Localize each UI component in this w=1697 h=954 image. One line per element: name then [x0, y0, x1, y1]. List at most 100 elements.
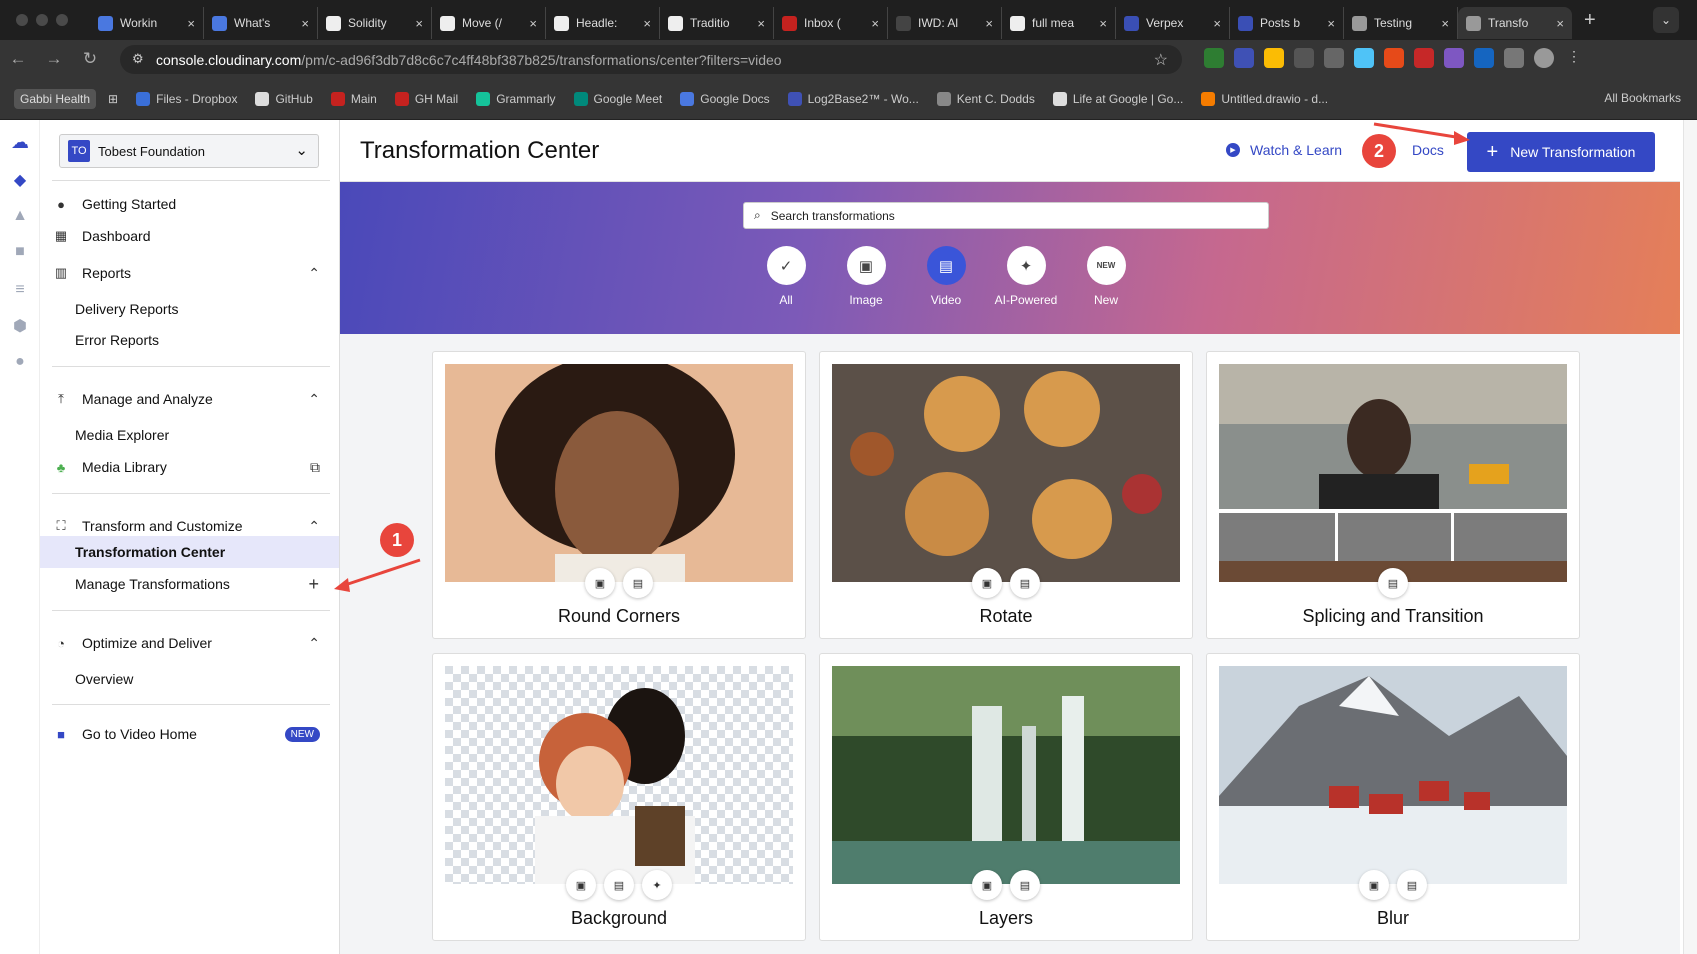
- close-icon[interactable]: ×: [1213, 16, 1221, 31]
- react-extension-icon[interactable]: [1354, 48, 1374, 68]
- grammarly-extension-icon[interactable]: [1204, 48, 1224, 68]
- fl-extension-icon[interactable]: [1474, 48, 1494, 68]
- profile-avatar-icon[interactable]: [1534, 48, 1554, 68]
- window-controls[interactable]: [0, 14, 90, 26]
- nav-optimize-deliver[interactable]: ◔ Optimize and Deliver ⌃: [52, 627, 330, 659]
- close-icon[interactable]: ×: [871, 16, 879, 31]
- browser-tab[interactable]: Solidity ×: [318, 7, 432, 39]
- bookmark-item[interactable]: Google Meet: [573, 91, 662, 106]
- filter-video[interactable]: ▤ Video: [906, 246, 986, 307]
- tab-search-chevron-icon[interactable]: ⌄: [1653, 7, 1679, 33]
- translate-extension-icon[interactable]: [1324, 48, 1344, 68]
- nav-media-library[interactable]: ♣ Media Library ⧉: [52, 451, 330, 483]
- org-selector[interactable]: TO Tobest Foundation ⌄: [59, 134, 319, 168]
- nav-media-explorer[interactable]: Media Explorer: [40, 419, 339, 451]
- filter-all[interactable]: ✓ All: [746, 246, 826, 307]
- browser-tab[interactable]: Testing ×: [1344, 7, 1458, 39]
- bug-extension-icon[interactable]: [1384, 48, 1404, 68]
- red-extension-icon[interactable]: [1414, 48, 1434, 68]
- bookmark-item[interactable]: Log2Base2™ - Wo...: [787, 91, 919, 106]
- close-icon[interactable]: ×: [415, 16, 423, 31]
- new-transformation-button[interactable]: + New Transformation: [1467, 132, 1655, 172]
- nav-error-reports[interactable]: Error Reports: [40, 324, 339, 356]
- back-arrow-icon[interactable]: ←: [0, 49, 36, 69]
- url-field[interactable]: ⚙ console.cloudinary.com/pm/c-ad96f3db7d…: [120, 45, 1182, 74]
- all-bookmarks-link[interactable]: All Bookmarks: [1604, 91, 1681, 105]
- forward-arrow-icon[interactable]: →: [36, 49, 72, 69]
- bookmark-item[interactable]: Kent C. Dodds: [936, 91, 1035, 106]
- filter-ai-powered[interactable]: ✦ AI-Powered: [986, 246, 1066, 307]
- browser-tab[interactable]: What's ×: [204, 7, 318, 39]
- nav-go-video-home[interactable]: ■ Go to Video Home NEW: [52, 718, 330, 750]
- close-icon[interactable]: ×: [187, 16, 195, 31]
- bookmark-star-icon[interactable]: ☆: [1154, 50, 1168, 70]
- browser-tab[interactable]: Transfo ×: [1458, 7, 1572, 39]
- close-icon[interactable]: ×: [301, 16, 309, 31]
- browser-tab[interactable]: Workin ×: [90, 7, 204, 39]
- reload-icon[interactable]: ↻: [72, 49, 108, 69]
- flower-extension-icon[interactable]: [1444, 48, 1464, 68]
- layers-stack-icon[interactable]: ≡: [10, 280, 30, 300]
- new-tab-plus-icon[interactable]: +: [1584, 9, 1596, 32]
- function-extension-icon[interactable]: [1294, 48, 1314, 68]
- watch-learn-link[interactable]: ▶ Watch & Learn: [1226, 142, 1342, 158]
- plus-icon[interactable]: +: [308, 574, 319, 595]
- bookmark-item[interactable]: GitHub: [255, 91, 313, 106]
- nav-dashboard[interactable]: ▦ Dashboard: [52, 220, 330, 252]
- page-scrollbar[interactable]: [1683, 120, 1697, 954]
- close-icon[interactable]: ×: [985, 16, 993, 31]
- nav-manage-transformations[interactable]: Manage Transformations +: [40, 568, 339, 600]
- close-icon[interactable]: ×: [643, 16, 651, 31]
- sparkle-icon: ✦: [1006, 246, 1046, 285]
- close-icon[interactable]: ×: [757, 16, 765, 31]
- assets-diamond-icon[interactable]: ◆: [10, 170, 30, 190]
- nav-getting-started[interactable]: ● Getting Started: [52, 188, 330, 220]
- close-icon[interactable]: ×: [1099, 16, 1107, 31]
- bookmark-item[interactable]: Main: [330, 91, 377, 106]
- nav-manage-analyze[interactable]: ⤒ Manage and Analyze ⌃: [52, 383, 330, 415]
- browser-tab[interactable]: IWD: Al ×: [888, 7, 1002, 39]
- shapes-icon[interactable]: ▲: [10, 206, 30, 226]
- cloudinary-logo-icon[interactable]: ☁: [10, 132, 30, 152]
- bookmark-item[interactable]: Life at Google | Go...: [1052, 91, 1183, 106]
- puzzle-extension-icon[interactable]: [1504, 48, 1524, 68]
- filter-image[interactable]: ▣ Image: [826, 246, 906, 307]
- nav-overview[interactable]: Overview: [40, 663, 339, 695]
- card-background[interactable]: ▣ ▤ ✦ Background: [432, 653, 806, 941]
- hexagon-icon[interactable]: ⬢: [10, 316, 30, 336]
- bookmark-item[interactable]: Files - Dropbox: [136, 91, 237, 106]
- browser-tab[interactable]: Inbox (×: [774, 7, 888, 39]
- nav-reports[interactable]: ▥ Reports ⌃: [52, 257, 330, 289]
- browser-tab[interactable]: Move (/ ×: [432, 7, 546, 39]
- video-camera-icon[interactable]: ■: [10, 242, 30, 262]
- browser-tab[interactable]: Posts b ×: [1230, 7, 1344, 39]
- close-icon[interactable]: ×: [1327, 16, 1335, 31]
- browser-tab[interactable]: full mea ×: [1002, 7, 1116, 39]
- bookmark-item[interactable]: Untitled.drawio - d...: [1201, 91, 1328, 106]
- bookmark-item[interactable]: GH Mail: [394, 91, 458, 106]
- card-splicing-transition[interactable]: ▤ Splicing and Transition: [1206, 351, 1580, 639]
- drive-extension-icon[interactable]: [1264, 48, 1284, 68]
- zoom-extension-icon[interactable]: [1234, 48, 1254, 68]
- card-round-corners[interactable]: ▣ ▤ Round Corners: [432, 351, 806, 639]
- browser-tab[interactable]: Headle: ×: [546, 7, 660, 39]
- bookmark-item[interactable]: Google Docs: [680, 91, 770, 106]
- browser-tab[interactable]: Traditio ×: [660, 7, 774, 39]
- nav-delivery-reports[interactable]: Delivery Reports: [40, 293, 339, 325]
- card-rotate[interactable]: ▣ ▤ Rotate: [819, 351, 1193, 639]
- gabbi-health-bookmark[interactable]: Gabbi Health: [14, 88, 97, 109]
- close-icon[interactable]: ×: [1556, 16, 1564, 31]
- close-icon[interactable]: ×: [529, 16, 537, 31]
- card-layers[interactable]: ▣ ▤ Layers: [819, 653, 1193, 941]
- browser-menu-icon[interactable]: ⋮: [1564, 48, 1584, 68]
- filter-new[interactable]: NEW New: [1066, 246, 1146, 307]
- apps-grid-icon[interactable]: ⊞: [108, 92, 118, 106]
- close-icon[interactable]: ×: [1441, 16, 1449, 31]
- chat-icon[interactable]: ●: [10, 352, 30, 372]
- card-blur[interactable]: ▣ ▤ Blur: [1206, 653, 1580, 941]
- site-info-icon[interactable]: ⚙: [132, 51, 144, 67]
- bookmark-item[interactable]: Grammarly: [476, 91, 556, 106]
- browser-tab[interactable]: Verpex ×: [1116, 7, 1230, 39]
- search-input[interactable]: ⌕ Search transformations: [743, 202, 1269, 229]
- nav-transformation-center[interactable]: Transformation Center: [40, 536, 339, 568]
